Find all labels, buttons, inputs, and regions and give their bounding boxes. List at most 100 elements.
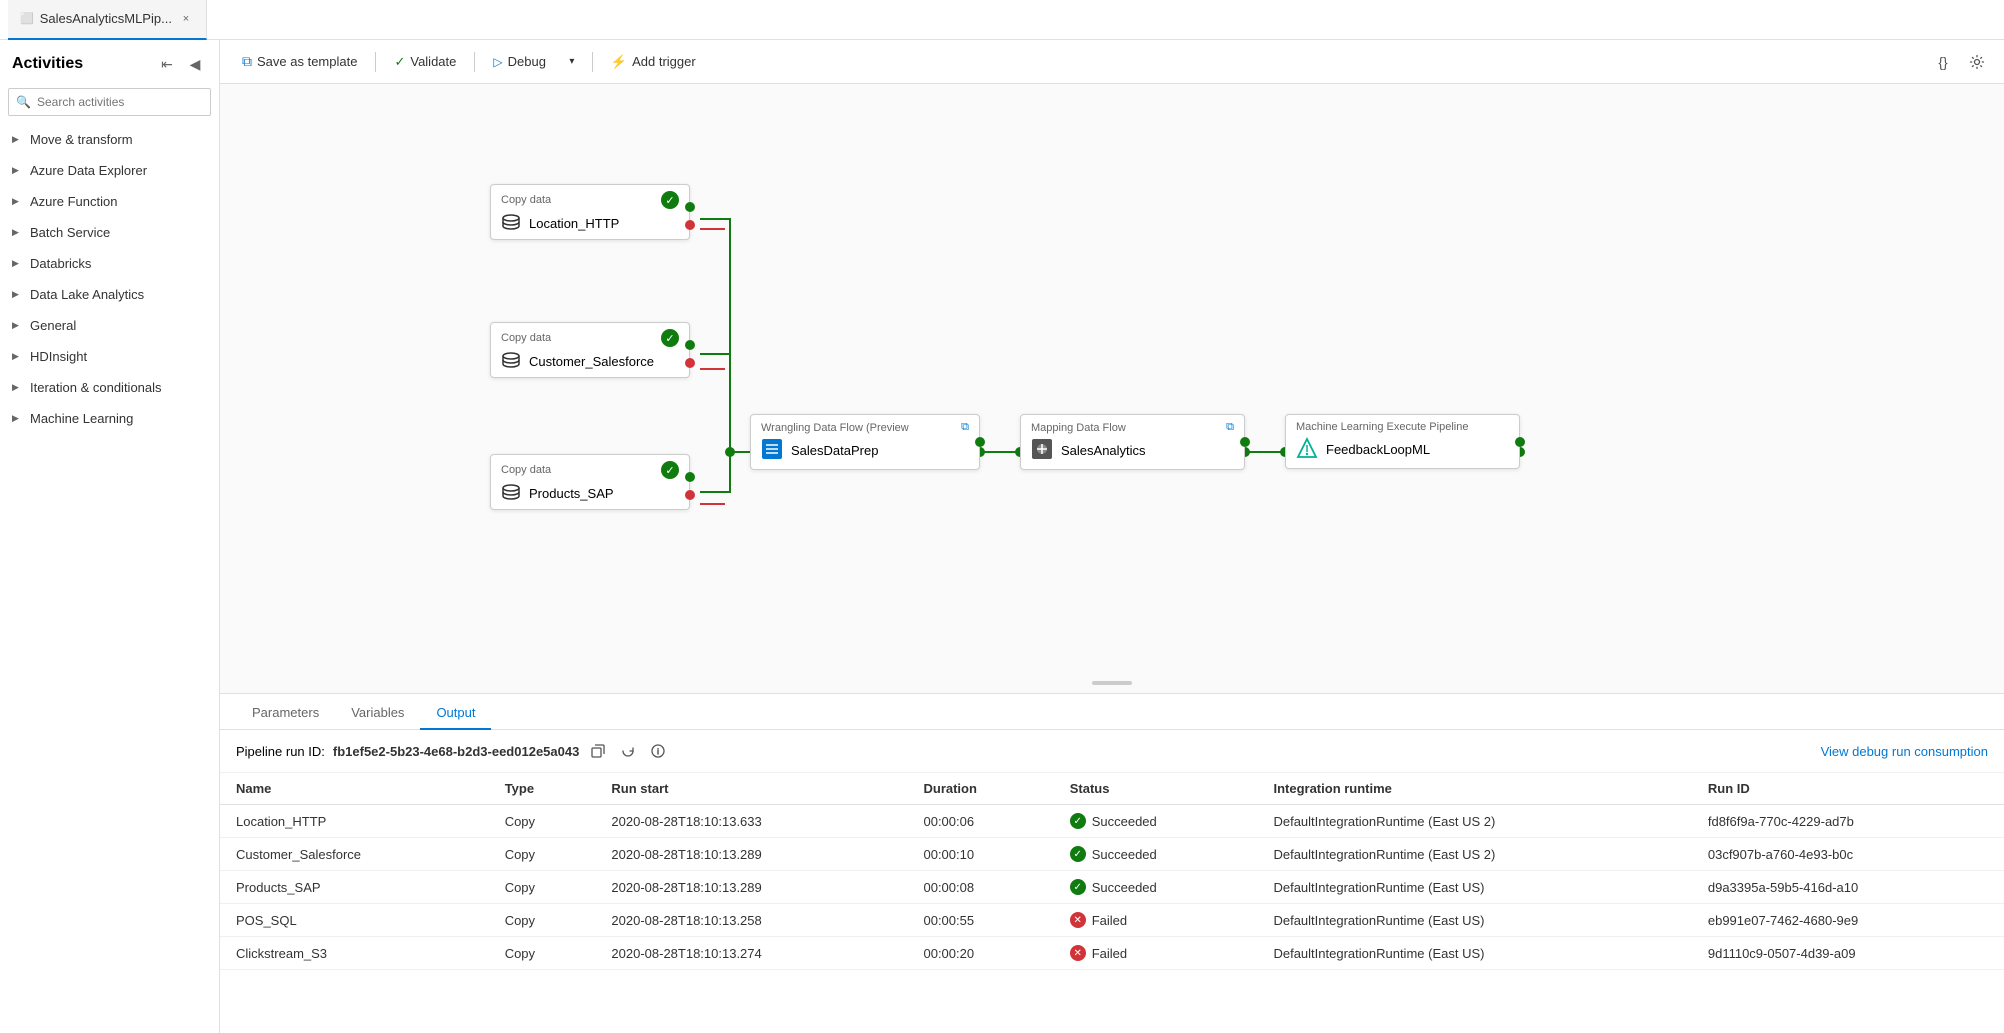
database-icon bbox=[501, 351, 521, 371]
success-badge: ✓ bbox=[661, 191, 679, 209]
cell-duration: 00:00:55 bbox=[907, 904, 1053, 937]
validate-icon: ✓ bbox=[394, 54, 405, 70]
external-link-icon[interactable]: ⧉ bbox=[961, 421, 969, 434]
toolbar-right: {} bbox=[1928, 48, 1992, 76]
table-header-row: Name Type Run start Duration Status Inte… bbox=[220, 773, 2004, 805]
table-row[interactable]: Location_HTTP Copy 2020-08-28T18:10:13.6… bbox=[220, 805, 2004, 838]
toolbar-separator-3 bbox=[592, 52, 593, 72]
sidebar-item-iteration-conditionals[interactable]: ▶ Iteration & conditionals bbox=[0, 372, 219, 403]
table-row[interactable]: Products_SAP Copy 2020-08-28T18:10:13.28… bbox=[220, 871, 2004, 904]
sidebar-item-batch-service[interactable]: ▶ Batch Service bbox=[0, 217, 219, 248]
sidebar-item-label: Move & transform bbox=[30, 132, 133, 147]
sidebar-item-move-transform[interactable]: ▶ Move & transform bbox=[0, 124, 219, 155]
col-header-type: Type bbox=[489, 773, 596, 805]
save-as-template-button[interactable]: ⧉ Save as template bbox=[232, 48, 367, 76]
table-row[interactable]: Customer_Salesforce Copy 2020-08-28T18:1… bbox=[220, 838, 2004, 871]
table-row[interactable]: POS_SQL Copy 2020-08-28T18:10:13.258 00:… bbox=[220, 904, 2004, 937]
sidebar-item-data-lake-analytics[interactable]: ▶ Data Lake Analytics bbox=[0, 279, 219, 310]
sidebar-item-machine-learning[interactable]: ▶ Machine Learning bbox=[0, 403, 219, 434]
info-button[interactable] bbox=[647, 740, 669, 762]
chevron-icon: ▶ bbox=[12, 258, 24, 269]
wrangling-data-flow-node[interactable]: Wrangling Data Flow (Preview ⧉ bbox=[750, 414, 980, 470]
cell-run-id: d9a3395a-59b5-416d-a10 bbox=[1692, 871, 2004, 904]
sidebar-item-label: Azure Data Explorer bbox=[30, 163, 147, 178]
pipeline-run-id[interactable]: fb1ef5e2-5b23-4e68-b2d3-eed012e5a043 bbox=[333, 744, 579, 759]
cell-run-start: 2020-08-28T18:10:13.274 bbox=[595, 937, 907, 970]
col-header-name: Name bbox=[220, 773, 489, 805]
settings-button[interactable] bbox=[1962, 48, 1992, 76]
cell-status: ✕Failed bbox=[1054, 904, 1258, 937]
sidebar-item-hdinsight[interactable]: ▶ HDInsight bbox=[0, 341, 219, 372]
cell-duration: 00:00:08 bbox=[907, 871, 1053, 904]
sidebar: Activities ⇤ ◀ 🔍 ▶ Move & transform ▶ Az… bbox=[0, 40, 220, 1033]
sidebar-nav: ▶ Move & transform ▶ Azure Data Explorer… bbox=[0, 124, 219, 1033]
sidebar-item-general[interactable]: ▶ General bbox=[0, 310, 219, 341]
ml-execute-pipeline-node[interactable]: Machine Learning Execute Pipeline Feedba… bbox=[1285, 414, 1520, 469]
output-panel: Parameters Variables Output Pipeline run… bbox=[220, 693, 2004, 1033]
toolbar-separator-2 bbox=[474, 52, 475, 72]
chevron-icon: ▶ bbox=[12, 165, 24, 176]
cell-name: Customer_Salesforce bbox=[220, 838, 489, 871]
tab-title: SalesAnalyticsMLPip... bbox=[40, 11, 172, 26]
node-label: SalesDataPrep bbox=[791, 443, 878, 458]
debug-dropdown-button[interactable]: ▾ bbox=[560, 48, 584, 76]
success-port bbox=[685, 472, 695, 482]
sidebar-item-azure-function[interactable]: ▶ Azure Function bbox=[0, 186, 219, 217]
tab-parameters[interactable]: Parameters bbox=[236, 697, 335, 730]
fail-port bbox=[685, 220, 695, 230]
sidebar-item-databricks[interactable]: ▶ Databricks bbox=[0, 248, 219, 279]
sidebar-item-label: Batch Service bbox=[30, 225, 110, 240]
resize-handle[interactable] bbox=[1092, 681, 1132, 685]
view-debug-link[interactable]: View debug run consumption bbox=[1821, 744, 1988, 759]
cell-run-id: 03cf907b-a760-4e93-b0c bbox=[1692, 838, 2004, 871]
cell-type: Copy bbox=[489, 904, 596, 937]
refresh-icon bbox=[621, 744, 635, 758]
mapping-data-flow-node[interactable]: Mapping Data Flow ⧉ SalesAnalytics bbox=[1020, 414, 1245, 470]
pipeline-run-label: Pipeline run ID: bbox=[236, 744, 325, 759]
trigger-icon: ⚡ bbox=[611, 54, 627, 70]
cell-status: ✕Failed bbox=[1054, 937, 1258, 970]
chevron-icon: ▶ bbox=[12, 134, 24, 145]
code-view-button[interactable]: {} bbox=[1928, 48, 1958, 76]
copy-node-products-sap[interactable]: Copy data ✓ Products_SAP bbox=[490, 454, 690, 510]
tab-output[interactable]: Output bbox=[420, 697, 491, 730]
node-label: Customer_Salesforce bbox=[529, 354, 654, 369]
chevron-icon: ▶ bbox=[12, 382, 24, 393]
sidebar-item-azure-data-explorer[interactable]: ▶ Azure Data Explorer bbox=[0, 155, 219, 186]
wrangling-icon bbox=[761, 438, 783, 463]
copy-id-button[interactable] bbox=[587, 740, 609, 762]
debug-button[interactable]: ▷ Debug bbox=[483, 48, 556, 76]
active-tab[interactable]: ⬜ SalesAnalyticsMLPip... × bbox=[8, 0, 207, 40]
sidebar-item-label: Data Lake Analytics bbox=[30, 287, 144, 302]
node-label: FeedbackLoopML bbox=[1326, 442, 1430, 457]
cell-run-start: 2020-08-28T18:10:13.633 bbox=[595, 805, 907, 838]
cell-name: Clickstream_S3 bbox=[220, 937, 489, 970]
validate-button[interactable]: ✓ Validate bbox=[384, 48, 466, 76]
sidebar-header-icons: ⇤ ◀ bbox=[155, 52, 207, 76]
copy-node-customer-salesforce[interactable]: Copy data ✓ Customer_Salesforce bbox=[490, 322, 690, 378]
cell-integration-runtime: DefaultIntegrationRuntime (East US) bbox=[1257, 904, 1691, 937]
tab-close-button[interactable]: × bbox=[178, 11, 194, 27]
search-input[interactable] bbox=[8, 88, 211, 116]
cell-run-id: 9d1110c9-0507-4d39-a09 bbox=[1692, 937, 2004, 970]
refresh-button[interactable] bbox=[617, 740, 639, 762]
pin-icon[interactable]: ◀ bbox=[183, 52, 207, 76]
fail-port bbox=[685, 358, 695, 368]
cell-name: Products_SAP bbox=[220, 871, 489, 904]
copy-node-location-http[interactable]: Copy data ✓ Location_HTTP bbox=[490, 184, 690, 240]
main-container: Activities ⇤ ◀ 🔍 ▶ Move & transform ▶ Az… bbox=[0, 40, 2004, 1033]
collapse-icon[interactable]: ⇤ bbox=[155, 52, 179, 76]
pipeline-canvas-area: Copy data ✓ Location_HTTP bbox=[220, 84, 2004, 693]
connector-svg bbox=[220, 84, 2004, 693]
fail-port bbox=[685, 490, 695, 500]
table-row[interactable]: Clickstream_S3 Copy 2020-08-28T18:10:13.… bbox=[220, 937, 2004, 970]
sidebar-item-label: Databricks bbox=[30, 256, 91, 271]
success-port bbox=[975, 437, 985, 447]
chevron-icon: ▶ bbox=[12, 320, 24, 331]
add-trigger-button[interactable]: ⚡ Add trigger bbox=[601, 48, 706, 76]
col-header-run-id: Run ID bbox=[1692, 773, 2004, 805]
tab-variables[interactable]: Variables bbox=[335, 697, 420, 730]
node-label: Location_HTTP bbox=[529, 216, 619, 231]
external-link-icon[interactable]: ⧉ bbox=[1226, 421, 1234, 434]
sidebar-item-label: HDInsight bbox=[30, 349, 87, 364]
